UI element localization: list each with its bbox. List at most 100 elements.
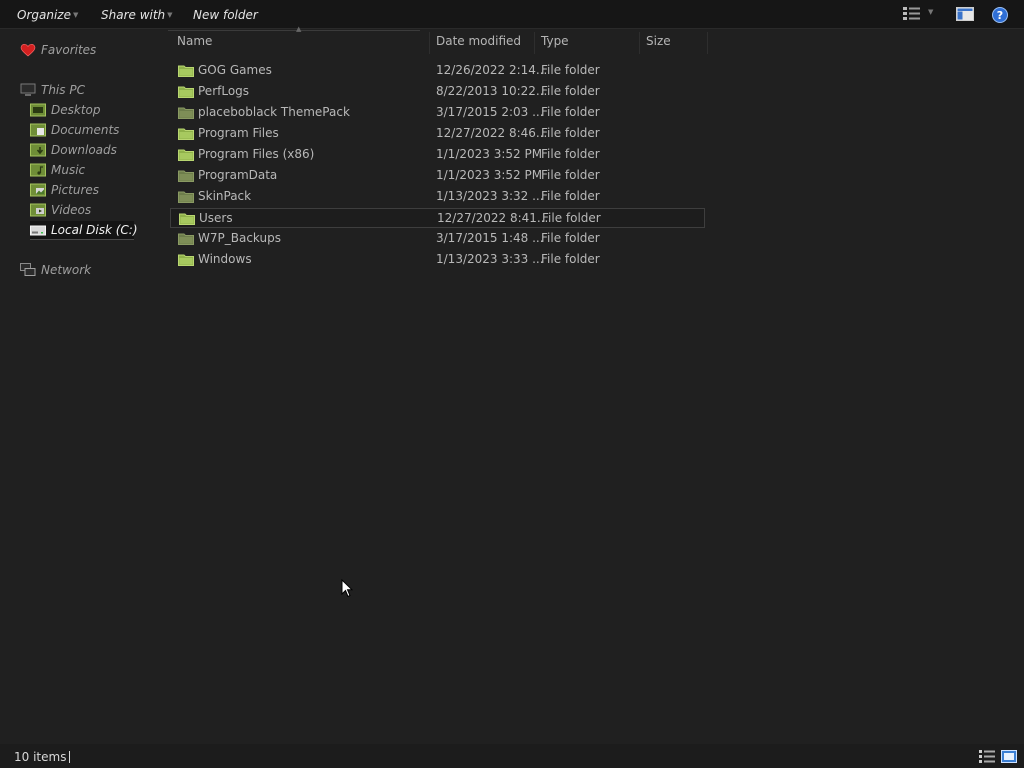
folder-icon: [178, 233, 194, 245]
sidebar-item-documents[interactable]: Documents: [30, 121, 140, 139]
file-name: W7P_Backups: [198, 231, 281, 245]
item-count: 10 items: [14, 750, 67, 764]
organize-button[interactable]: Organize ▼: [17, 8, 78, 22]
computer-icon: [20, 83, 36, 96]
change-view-icon[interactable]: [903, 7, 921, 21]
file-row[interactable]: ProgramData 1/1/2023 3:52 PM File folder: [170, 166, 705, 186]
column-divider[interactable]: [707, 32, 708, 54]
file-row[interactable]: Program Files 12/27/2022 8:46... File fo…: [170, 124, 705, 144]
file-name: PerfLogs: [198, 84, 250, 98]
preview-pane-icon[interactable]: [956, 7, 974, 21]
folder-icon: [179, 213, 195, 225]
status-separator: [69, 751, 70, 763]
file-row[interactable]: Program Files (x86) 1/1/2023 3:52 PM Fil…: [170, 145, 705, 165]
sidebar-item-videos[interactable]: Videos: [30, 201, 140, 219]
view-options-chevron-icon[interactable]: ▼: [928, 8, 933, 16]
file-name: Program Files (x86): [198, 147, 315, 161]
nav-favorites-label: Favorites: [41, 43, 97, 57]
sidebar-item-label: Music: [51, 163, 86, 177]
column-header-top-line: [168, 30, 420, 31]
nav-network-label: Network: [41, 263, 92, 277]
column-divider[interactable]: [639, 32, 640, 54]
column-header-size[interactable]: Size: [646, 34, 671, 52]
column-divider[interactable]: [534, 32, 535, 54]
file-date: 1/1/2023 3:52 PM: [436, 147, 543, 161]
sidebar-item-pictures[interactable]: Pictures: [30, 181, 140, 199]
nav-network[interactable]: Network: [20, 261, 160, 279]
file-date: 3/17/2015 2:03 ...: [436, 105, 544, 119]
file-name: ProgramData: [198, 168, 278, 182]
heart-icon: [20, 44, 36, 57]
folder-icon: [178, 86, 194, 98]
file-name: placeboblack ThemePack: [198, 105, 350, 119]
column-header-name[interactable]: Name: [177, 34, 212, 52]
file-row[interactable]: SkinPack 1/13/2023 3:32 ... File folder: [170, 187, 705, 207]
file-date: 1/13/2023 3:32 ...: [436, 189, 544, 203]
file-type: File folder: [541, 63, 600, 77]
help-icon[interactable]: ?: [992, 7, 1008, 23]
file-name: Program Files: [198, 126, 279, 140]
sidebar-item-label: Downloads: [51, 143, 117, 157]
chevron-down-icon: ▼: [72, 11, 79, 19]
file-date: 1/13/2023 3:33 ...: [436, 252, 544, 266]
navigation-pane: Favorites This PC Desktop Documents Down…: [0, 29, 165, 744]
sidebar-item-local-disk[interactable]: Local Disk (C:): [30, 221, 138, 240]
file-type: File folder: [541, 105, 600, 119]
file-date: 8/22/2013 10:22...: [436, 84, 548, 98]
status-bar: 10 items: [0, 744, 1024, 768]
nav-favorites[interactable]: Favorites: [20, 41, 160, 59]
file-type: File folder: [541, 168, 600, 182]
sidebar-item-label: Desktop: [51, 103, 101, 117]
file-date: 12/26/2022 2:14...: [436, 63, 548, 77]
column-header-date-modified[interactable]: Date modified: [436, 34, 521, 52]
file-row[interactable]: PerfLogs 8/22/2013 10:22... File folder: [170, 82, 705, 102]
file-type: File folder: [541, 84, 600, 98]
pictures-icon: [30, 183, 46, 197]
nav-this-pc[interactable]: This PC: [20, 81, 160, 99]
column-header-type[interactable]: Type: [541, 34, 569, 52]
file-name: Users: [199, 211, 233, 225]
file-name: SkinPack: [198, 189, 252, 203]
new-folder-button[interactable]: New folder: [193, 8, 258, 22]
share-with-button[interactable]: Share with ▼: [101, 8, 173, 22]
sidebar-item-music[interactable]: Music: [30, 161, 140, 179]
sidebar-item-downloads[interactable]: Downloads: [30, 141, 140, 159]
command-bar: Organize ▼ Share with ▼ New folder ▼ ?: [0, 0, 1024, 29]
music-icon: [30, 163, 46, 177]
file-type: File folder: [541, 147, 600, 161]
drive-icon: [30, 225, 46, 236]
details-view-icon[interactable]: [979, 750, 995, 763]
column-divider[interactable]: [429, 32, 430, 54]
file-name: Windows: [198, 252, 252, 266]
folder-icon: [178, 149, 194, 161]
file-row[interactable]: W7P_Backups 3/17/2015 1:48 ... File fold…: [170, 229, 705, 249]
file-row[interactable]: placeboblack ThemePack 3/17/2015 2:03 ..…: [170, 103, 705, 123]
sidebar-item-desktop[interactable]: Desktop: [30, 101, 140, 119]
network-icon: [20, 263, 36, 276]
file-type: File folder: [542, 211, 601, 225]
folder-icon: [178, 107, 194, 119]
file-type: File folder: [541, 126, 600, 140]
share-with-label: Share with: [101, 8, 166, 22]
sidebar-item-label: Documents: [51, 123, 120, 137]
folder-icon: [178, 170, 194, 182]
file-date: 1/1/2023 3:52 PM: [436, 168, 543, 182]
desktop-icon: [30, 103, 46, 117]
nav-this-pc-label: This PC: [41, 83, 85, 97]
svg-text:?: ?: [997, 9, 1003, 22]
sidebar-item-label: Pictures: [51, 183, 100, 197]
file-name: GOG Games: [198, 63, 272, 77]
downloads-icon: [30, 143, 46, 157]
file-row-selected[interactable]: Users 12/27/2022 8:41... File folder: [170, 208, 705, 228]
large-icons-view-icon[interactable]: [1001, 750, 1017, 763]
videos-icon: [30, 203, 46, 217]
file-row[interactable]: GOG Games 12/26/2022 2:14... File folder: [170, 61, 705, 81]
folder-icon: [178, 191, 194, 203]
file-date: 12/27/2022 8:41...: [437, 211, 549, 225]
folder-icon: [178, 128, 194, 140]
file-row[interactable]: Windows 1/13/2023 3:33 ... File folder: [170, 250, 705, 270]
file-type: File folder: [541, 189, 600, 203]
documents-icon: [30, 123, 46, 137]
chevron-down-icon: ▼: [167, 11, 173, 19]
folder-icon: [178, 254, 194, 266]
